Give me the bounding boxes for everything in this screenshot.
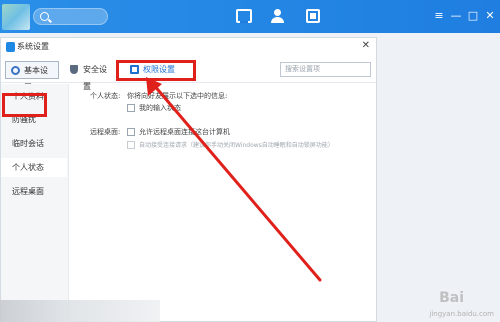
tab-basic-settings[interactable]: 基本设置: [5, 61, 59, 92]
sidebar-item-personal-status[interactable]: 个人状态: [1, 158, 67, 177]
space-icon[interactable]: [306, 9, 320, 23]
settings-sidebar: 个人资料 防骚扰 临时会话 个人状态 远程桌面: [1, 84, 69, 322]
option-highlight-box: [116, 60, 196, 81]
avatar[interactable]: [2, 4, 30, 30]
shield-icon: [70, 65, 78, 74]
sidebar-highlight-box: [2, 93, 47, 117]
settings-search-input[interactable]: 搜索设置项: [280, 62, 371, 77]
auto-accept-option: 自动接受连接请求（建议你手动关闭Windows自动睡眠和自动锁屏功能）: [139, 142, 334, 149]
tab-security-settings[interactable]: 安全设置: [65, 61, 119, 91]
minimize-icon[interactable]: —: [449, 8, 463, 24]
tab-label: 安全设置: [83, 65, 107, 91]
personal-status-label: 个人状态:: [90, 92, 121, 100]
dialog-titlebar: 系统设置 ✕: [1, 38, 376, 56]
allow-remote-option[interactable]: 允许远程桌面连接这台计算机: [139, 127, 230, 137]
watermark-logo: Bai: [439, 290, 464, 306]
dialog-title: 系统设置: [17, 42, 49, 51]
message-icon[interactable]: [236, 9, 252, 23]
input-status-checkbox[interactable]: [127, 104, 135, 112]
personal-status-description: 你将向好友展示以下选中的信息:: [127, 92, 228, 100]
sidebar-item-temp-chat[interactable]: 临时会话: [1, 134, 67, 153]
gear-icon: [11, 66, 20, 75]
remote-desktop-label: 远程桌面:: [90, 128, 121, 136]
sidebar-item-remote-desktop[interactable]: 远程桌面: [1, 182, 67, 201]
main-topbar: ≡ — □ ✕: [0, 0, 500, 33]
watermark-text: jingyan.baidu.com: [429, 310, 494, 318]
app-logo-icon: [6, 42, 15, 52]
allow-remote-checkbox[interactable]: [127, 128, 135, 136]
blurred-strip: [0, 300, 160, 322]
close-icon[interactable]: ✕: [483, 8, 497, 24]
input-status-option[interactable]: 我的输入状态: [139, 103, 181, 113]
auto-accept-checkbox: [127, 141, 135, 149]
contacts-icon[interactable]: [270, 9, 286, 23]
maximize-icon[interactable]: □: [466, 8, 480, 24]
search-input[interactable]: [33, 8, 108, 25]
menu-icon[interactable]: ≡: [432, 8, 446, 24]
search-icon: [40, 12, 49, 21]
dialog-close-button[interactable]: ✕: [362, 40, 370, 51]
